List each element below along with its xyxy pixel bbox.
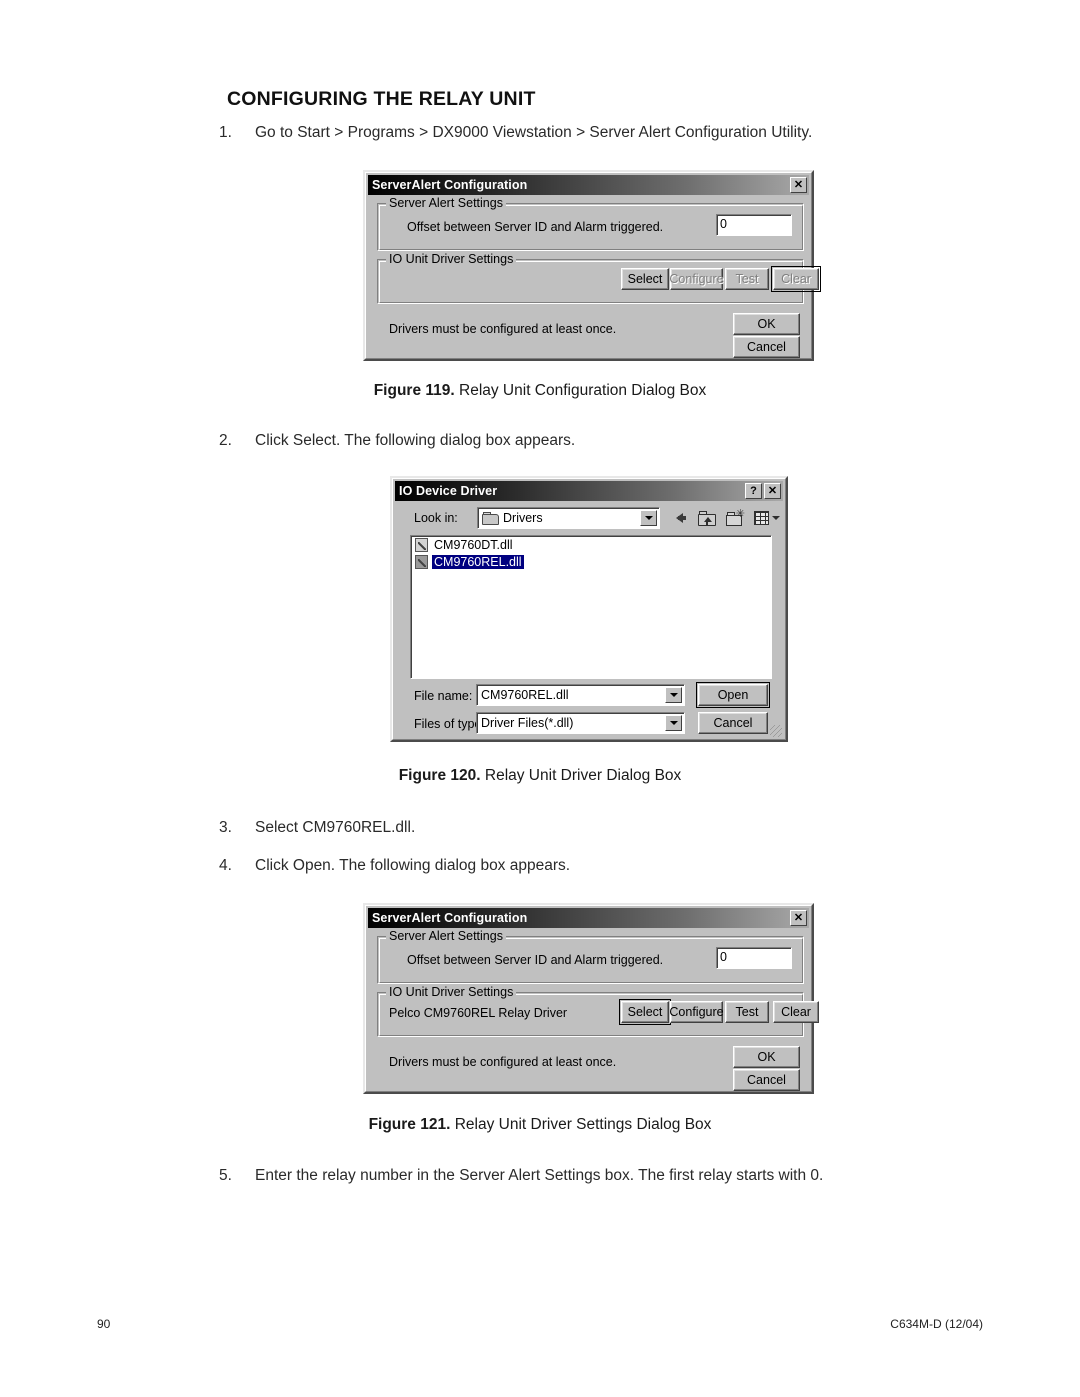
list-item[interactable]: CM9760DT.dll [411, 536, 771, 553]
dll-file-icon [415, 537, 428, 552]
io-device-driver-dialog-120[interactable]: IO Device Driver ? ✕ Look in: Drivers ✳ [390, 476, 788, 742]
file-name-label: CM9760REL.dll [432, 554, 524, 569]
dialog-121-status-text: Drivers must be configured at least once… [389, 1055, 617, 1069]
step-2-number: 2. [219, 432, 232, 449]
dialog-121-server-alert-legend: Server Alert Settings [386, 929, 506, 943]
dialog-119-ok-button[interactable]: OK [733, 313, 800, 335]
dialog-121-offset-label: Offset between Server ID and Alarm trigg… [407, 953, 664, 967]
close-icon[interactable]: ✕ [764, 483, 781, 499]
dialog-121-driver-text: Pelco CM9760REL Relay Driver [389, 1006, 568, 1020]
step-1: 1. Go to Start > Programs > DX9000 Viewst… [219, 124, 812, 142]
serveralert-configuration-dialog-119[interactable]: ServerAlert Configuration ✕ Server Alert… [363, 170, 821, 361]
files-of-type-combobox[interactable]: Driver Files(*.dll) [476, 712, 685, 734]
page-title: CONFIGURING THE RELAY UNIT [227, 88, 536, 110]
figure-119-text: Relay Unit Configuration Dialog Box [459, 382, 707, 399]
dialog-119-io-unit-legend: IO Unit Driver Settings [386, 252, 517, 266]
dialog-120-file-name-label: File name: [414, 689, 473, 703]
up-one-level-icon[interactable] [696, 508, 718, 529]
dialog-119-title: ServerAlert Configuration [372, 178, 528, 192]
figure-caption-119: Figure 119. Relay Unit Configuration Dia… [0, 382, 1080, 400]
close-icon[interactable]: ✕ [790, 177, 807, 193]
step-4-text: Click Open. The following dialog box app… [255, 857, 571, 874]
new-folder-icon[interactable]: ✳ [724, 508, 746, 529]
footer-document-code: C634M-D (12/04) [890, 1317, 983, 1331]
dll-file-icon [415, 554, 428, 569]
list-item[interactable]: CM9760REL.dll [411, 553, 771, 570]
figure-caption-120: Figure 120. Relay Unit Driver Dialog Box [0, 767, 1080, 785]
figure-121-label: Figure 121. [368, 1116, 451, 1133]
dialog-119-test-button: Test [725, 268, 769, 290]
dialog-121-title: ServerAlert Configuration [372, 911, 528, 925]
dialog-119-titlebar[interactable]: ServerAlert Configuration ✕ [368, 175, 809, 195]
step-5-number: 5. [219, 1167, 232, 1184]
dialog-121-select-button[interactable]: Select [619, 999, 671, 1025]
step-3-number: 3. [219, 819, 232, 836]
dialog-119-select-button[interactable]: Select [621, 268, 669, 290]
folder-icon [482, 511, 499, 525]
dialog-120-look-in-label: Look in: [414, 511, 458, 525]
figure-caption-121: Figure 121. Relay Unit Driver Settings D… [0, 1116, 1080, 1134]
dialog-119-server-alert-legend: Server Alert Settings [386, 196, 506, 210]
step-4: 4. Click Open. The following dialog box a… [219, 857, 570, 875]
step-1-number: 1. [219, 124, 232, 141]
file-name-value: CM9760REL.dll [481, 688, 569, 702]
step-5: 5. Enter the relay number in the Server A… [219, 1167, 823, 1185]
step-1-text: Go to Start > Programs > DX9000 Viewstat… [255, 124, 813, 141]
files-of-type-value: Driver Files(*.dll) [481, 716, 574, 730]
figure-120-label: Figure 120. [398, 767, 481, 784]
step-2-text: Click Select. The following dialog box a… [255, 432, 576, 449]
resize-grip[interactable] [770, 725, 782, 737]
step-3-text: Select CM9760REL.dll. [255, 819, 416, 836]
step-2: 2. Click Select. The following dialog box… [219, 432, 575, 450]
dialog-120-files-of-type-label: Files of type: [414, 717, 485, 731]
look-in-combobox[interactable]: Drivers [477, 507, 660, 529]
dialog-121-configure-button[interactable]: Configure [669, 1001, 724, 1023]
dialog-119-configure-button: Configure [669, 268, 724, 290]
dialog-119-status-text: Drivers must be configured at least once… [389, 322, 617, 336]
dialog-119-offset-label: Offset between Server ID and Alarm trigg… [407, 220, 664, 234]
figure-121-text: Relay Unit Driver Settings Dialog Box [454, 1116, 712, 1133]
dialog-119-clear-button: Clear [771, 266, 821, 292]
dialog-121-titlebar[interactable]: ServerAlert Configuration ✕ [368, 908, 809, 928]
dialog-121-offset-input[interactable]: 0 [716, 947, 792, 969]
footer-page-number: 90 [97, 1317, 111, 1331]
chevron-down-icon[interactable] [665, 687, 682, 703]
close-icon[interactable]: ✕ [790, 910, 807, 926]
step-3: 3. Select CM9760REL.dll. [219, 819, 415, 837]
dialog-121-ok-button[interactable]: OK [733, 1046, 800, 1068]
file-name-input[interactable]: CM9760REL.dll [476, 684, 685, 706]
figure-120-text: Relay Unit Driver Dialog Box [484, 767, 682, 784]
dialog-120-titlebar[interactable]: IO Device Driver ? ✕ [395, 481, 783, 501]
dialog-119-offset-input[interactable]: 0 [716, 214, 792, 236]
dialog-121-io-unit-legend: IO Unit Driver Settings [386, 985, 517, 999]
back-arrow-icon[interactable] [668, 508, 690, 529]
serveralert-configuration-dialog-121[interactable]: ServerAlert Configuration ✕ Server Alert… [363, 903, 819, 1094]
dialog-121-clear-button[interactable]: Clear [773, 1001, 819, 1023]
file-list-pane[interactable]: CM9760DT.dll CM9760REL.dll [410, 535, 772, 679]
document-page: CONFIGURING THE RELAY UNIT 1. Go to Start… [0, 0, 1080, 1397]
help-icon[interactable]: ? [745, 483, 762, 499]
dialog-121-test-button[interactable]: Test [725, 1001, 769, 1023]
dialog-119-cancel-button[interactable]: Cancel [733, 336, 800, 358]
chevron-down-icon[interactable] [665, 715, 682, 731]
chevron-down-icon[interactable] [640, 510, 657, 526]
look-in-value: Drivers [503, 511, 543, 525]
step-4-number: 4. [219, 857, 232, 874]
step-5-text: Enter the relay number in the Server Ale… [255, 1167, 824, 1184]
views-menu-icon[interactable] [752, 508, 782, 529]
dialog-120-toolbar: ✳ [668, 507, 782, 529]
open-button[interactable]: Open [696, 682, 770, 708]
dialog-120-cancel-button[interactable]: Cancel [698, 712, 768, 734]
dialog-120-title: IO Device Driver [399, 484, 498, 498]
file-name-label: CM9760DT.dll [434, 537, 513, 552]
figure-119-label: Figure 119. [373, 382, 455, 399]
dialog-121-cancel-button[interactable]: Cancel [733, 1069, 800, 1091]
